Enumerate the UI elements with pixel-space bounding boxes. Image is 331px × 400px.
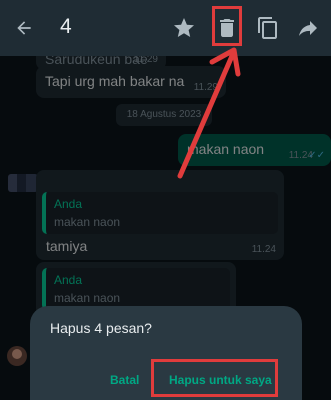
forward-icon[interactable] [296, 16, 320, 40]
dialog-title: Hapus 4 pesan? [50, 320, 152, 336]
cancel-button[interactable]: Batal [110, 373, 139, 387]
copy-icon[interactable] [256, 16, 280, 40]
trash-icon-highlight [212, 6, 242, 46]
star-icon[interactable] [172, 16, 196, 40]
back-arrow-icon[interactable] [14, 18, 34, 38]
selected-count: 4 [60, 15, 72, 38]
delete-button-highlight [151, 359, 278, 397]
pointer-arrow-icon [177, 47, 241, 179]
